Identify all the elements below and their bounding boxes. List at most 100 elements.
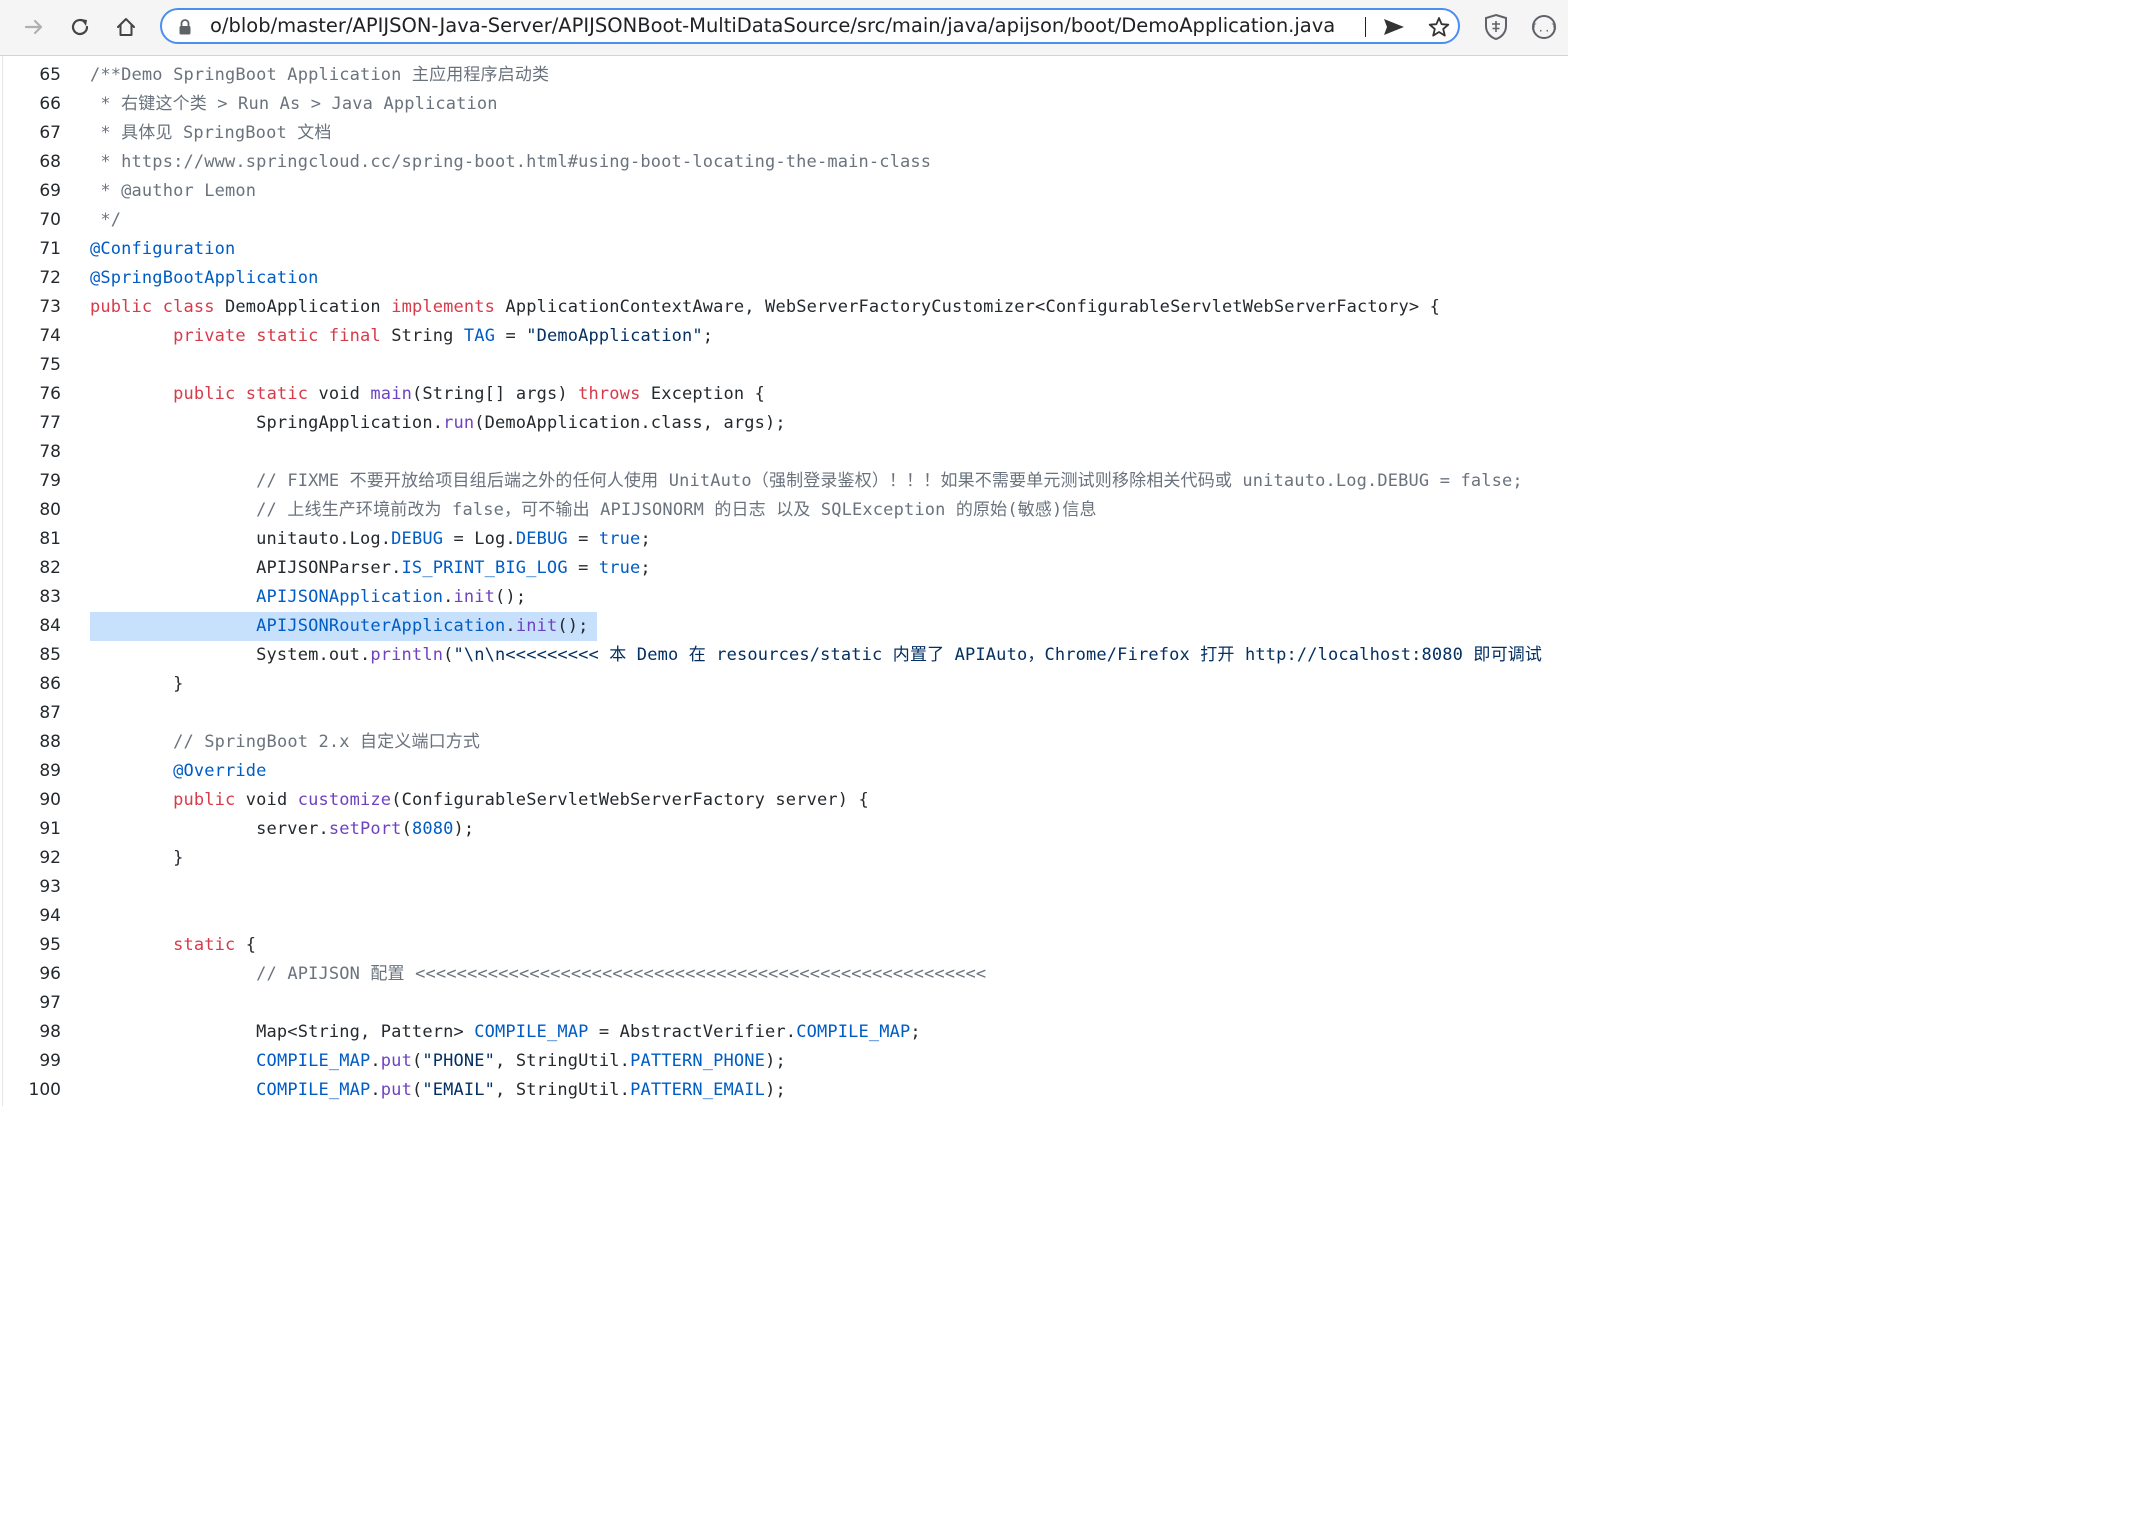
code-text: // 上线生产环境前改为 false，可不输出 APIJSONORM 的日志 以… bbox=[90, 496, 1097, 525]
code-line: 69 * @author Lemon bbox=[0, 177, 1568, 206]
code-line: 97 bbox=[0, 989, 1568, 1018]
code-token: COMPILE_MAP bbox=[796, 1022, 911, 1042]
code-view[interactable]: 65 /**Demo SpringBoot Application 主应用程序启动… bbox=[0, 56, 1568, 1106]
code-token: * https://www.springcloud.cc/spring-boot… bbox=[90, 152, 932, 172]
code-token: DEBUG bbox=[391, 529, 444, 549]
extension-shield-icon[interactable] bbox=[1483, 13, 1509, 45]
code-token: ( bbox=[443, 645, 454, 665]
code-line: 90 public void customize(ConfigurableSer… bbox=[0, 786, 1568, 815]
url-text[interactable]: o/blob/master/APIJSON-Java-Server/APIJSO… bbox=[210, 10, 1370, 42]
code-line: 67 * 具体见 SpringBoot 文档 bbox=[0, 119, 1568, 148]
code-token: * 右键这个类 > Run As > Java Application bbox=[90, 94, 498, 114]
code-token: @Override bbox=[173, 761, 267, 781]
code-text: APIJSONApplication.init(); bbox=[90, 583, 526, 612]
code-token: COMPILE_MAP bbox=[256, 1051, 371, 1071]
code-text: @Override bbox=[90, 757, 267, 786]
code-token: (DemoApplication.class, args); bbox=[474, 413, 786, 433]
code-token: } bbox=[90, 674, 184, 694]
code-token: // SpringBoot 2.x 自定义端口方式 bbox=[173, 732, 481, 752]
code-token: put bbox=[380, 1080, 412, 1100]
code-line: 76 public static void main(String[] args… bbox=[0, 380, 1568, 409]
code-token: (); bbox=[557, 616, 589, 636]
code-token: = bbox=[495, 326, 527, 346]
code-token: = AbstractVerifier. bbox=[588, 1022, 797, 1042]
line-number: 78 bbox=[39, 442, 61, 462]
code-text: public void customize(ConfigurableServle… bbox=[90, 786, 869, 815]
code-text: * 右键这个类 > Run As > Java Application bbox=[90, 90, 498, 119]
line-number: 94 bbox=[39, 906, 61, 926]
code-text: } bbox=[90, 844, 183, 873]
code-token: 8080 bbox=[411, 819, 454, 839]
code-text: // FIXME 不要开放给项目组后端之外的任何人使用 UnitAuto（强制登… bbox=[90, 467, 1523, 496]
star-icon[interactable] bbox=[1428, 16, 1450, 42]
code-text: Map<String, Pattern> COMPILE_MAP = Abstr… bbox=[90, 1018, 921, 1047]
code-token: ); bbox=[765, 1051, 786, 1071]
browser-toolbar: o/blob/master/APIJSON-Java-Server/APIJSO… bbox=[0, 0, 1568, 56]
code-line: 82 APIJSONParser.IS_PRINT_BIG_LOG = true… bbox=[0, 554, 1568, 583]
code-token: public bbox=[90, 297, 153, 317]
code-token: @Configuration bbox=[90, 239, 236, 259]
line-number: 80 bbox=[39, 500, 61, 520]
line-number: 68 bbox=[39, 152, 61, 172]
code-line: 75 bbox=[0, 351, 1568, 380]
extension-braces-icon[interactable]: {..} bbox=[1531, 13, 1557, 45]
code-text: COMPILE_MAP.put("EMAIL", StringUtil.PATT… bbox=[90, 1076, 786, 1105]
code-token: ); bbox=[453, 819, 475, 839]
address-bar[interactable]: o/blob/master/APIJSON-Java-Server/APIJSO… bbox=[160, 8, 1460, 44]
line-number: 71 bbox=[39, 239, 61, 259]
code-token: put bbox=[380, 1051, 412, 1071]
code-text: // SpringBoot 2.x 自定义端口方式 bbox=[90, 728, 480, 757]
code-token: unitauto.Log. bbox=[90, 529, 392, 549]
send-icon[interactable] bbox=[1382, 17, 1406, 41]
code-token: ; bbox=[910, 1022, 921, 1042]
code-line: 70 */ bbox=[0, 206, 1568, 235]
lock-icon[interactable] bbox=[178, 19, 192, 39]
home-icon[interactable] bbox=[109, 10, 143, 44]
code-line: 100 COMPILE_MAP.put("EMAIL", StringUtil.… bbox=[0, 1076, 1568, 1105]
code-line: 81 unitauto.Log.DEBUG = Log.DEBUG = true… bbox=[0, 525, 1568, 554]
code-token: public bbox=[173, 384, 236, 404]
line-number: 96 bbox=[39, 964, 61, 984]
line-number: 90 bbox=[39, 790, 61, 810]
code-line: 79 // FIXME 不要开放给项目组后端之外的任何人使用 UnitAuto（… bbox=[0, 467, 1568, 496]
code-token: private bbox=[173, 326, 246, 346]
code-token: class bbox=[162, 297, 215, 317]
code-line: 74 private static final String TAG = "De… bbox=[0, 322, 1568, 351]
forward-icon[interactable] bbox=[17, 10, 51, 44]
code-token: ( bbox=[411, 1080, 423, 1100]
code-token: System.out. bbox=[90, 645, 371, 665]
code-line: 85 System.out.println("\n\n<<<<<<<<< 本 D… bbox=[0, 641, 1568, 670]
code-token: throws bbox=[578, 384, 641, 404]
code-token: // FIXME 不要开放给项目组后端之外的任何人使用 UnitAuto（强制登… bbox=[256, 471, 1523, 491]
code-text: * 具体见 SpringBoot 文档 bbox=[90, 119, 332, 148]
code-token: IS_PRINT_BIG_LOG bbox=[401, 558, 568, 578]
code-text: @SpringBootApplication bbox=[90, 264, 318, 293]
line-number: 91 bbox=[39, 819, 61, 839]
line-number: 67 bbox=[39, 123, 61, 143]
code-line: 93 bbox=[0, 873, 1568, 902]
code-token: server. bbox=[90, 819, 329, 839]
code-token: APIJSONParser. bbox=[90, 558, 402, 578]
code-line: 95 static { bbox=[0, 931, 1568, 960]
code-token: (ConfigurableServletWebServerFactory ser… bbox=[391, 790, 869, 810]
code-line: 86 } bbox=[0, 670, 1568, 699]
code-line: 89 @Override bbox=[0, 757, 1568, 786]
code-token: void bbox=[235, 790, 298, 810]
line-number: 89 bbox=[39, 761, 61, 781]
code-line: 83 APIJSONApplication.init(); bbox=[0, 583, 1568, 612]
code-token: = bbox=[567, 529, 599, 549]
code-text: // APIJSON 配置 <<<<<<<<<<<<<<<<<<<<<<<<<<… bbox=[90, 960, 986, 989]
code-line: 71 @Configuration bbox=[0, 235, 1568, 264]
code-token: . bbox=[370, 1080, 381, 1100]
reload-icon[interactable] bbox=[63, 10, 97, 44]
code-token: * @author Lemon bbox=[90, 181, 257, 201]
code-token: COMPILE_MAP bbox=[256, 1080, 371, 1100]
code-token: = bbox=[567, 558, 599, 578]
